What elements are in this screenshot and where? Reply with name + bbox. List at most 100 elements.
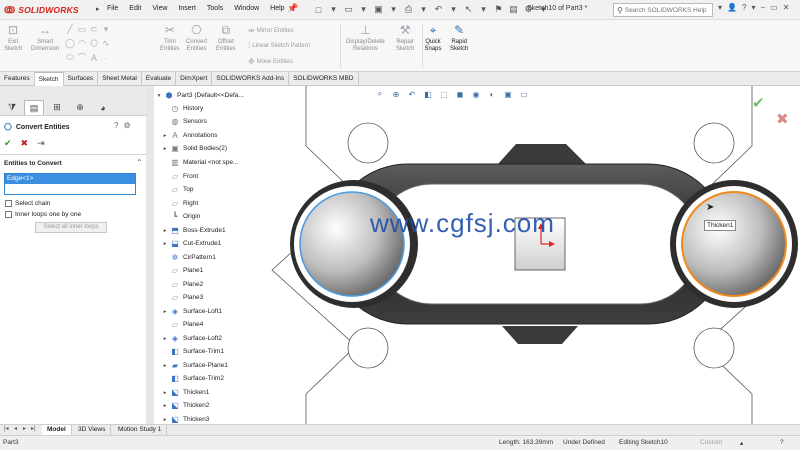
rapid-sketch-button[interactable]: ✎ Rapid Sketch [450, 22, 468, 53]
tree-item[interactable]: ▱ Plane1 [170, 264, 203, 277]
tree-item[interactable]: ▸ ▰ Surface-Plane1 [164, 359, 228, 372]
tree-item[interactable]: ▸ ◈ Surface-Loft1 [164, 305, 222, 318]
menu-expand-icon[interactable]: ▸ [96, 5, 100, 13]
menu-tools[interactable]: Tools [207, 5, 223, 12]
menu-edit[interactable]: Edit [129, 5, 141, 12]
tree-item[interactable]: ▸ ⬓ Cut-Extrude1 [164, 237, 222, 250]
minimize-icon[interactable]: − [760, 3, 765, 12]
close-icon[interactable]: ✕ [783, 3, 790, 12]
rebuild-icon[interactable]: ⚑ [492, 2, 505, 17]
save-icon[interactable]: ▣ [372, 2, 385, 17]
tree-item[interactable]: ▱ Plane4 [170, 318, 203, 331]
highlighted-edge[interactable] [681, 191, 787, 297]
tab-features[interactable]: Features [0, 72, 35, 86]
dropdown-icon[interactable]: ▾ [357, 2, 370, 17]
hide-show-icon[interactable]: ◉ [470, 88, 482, 100]
tab-surfaces[interactable]: Surfaces [64, 72, 99, 86]
select-arrow-icon[interactable]: ↖ [462, 2, 475, 17]
options-icon[interactable]: ⚙ [123, 121, 130, 130]
expand-icon[interactable]: ▸ [160, 403, 170, 409]
first-tab-icon[interactable]: |◂ [4, 425, 9, 432]
file-properties-icon[interactable]: ▤ [507, 2, 520, 17]
expand-icon[interactable]: ▸ [160, 417, 170, 423]
dropdown-icon[interactable]: ▾ [100, 24, 112, 35]
tab-property-manager[interactable]: ▤ [24, 100, 44, 115]
tree-item[interactable]: ▱ Plane3 [170, 291, 203, 304]
search-dropdown-icon[interactable]: ▾ [718, 3, 722, 12]
display-delete-relations-button[interactable]: ⊥ Display/Delete Relations [346, 22, 385, 53]
help-icon[interactable]: ? [742, 3, 746, 12]
mount-hole[interactable] [693, 327, 735, 369]
tab-sheet-metal[interactable]: Sheet Metal [98, 72, 142, 86]
dropdown-icon[interactable]: ▾ [477, 2, 490, 17]
tree-item[interactable]: ▱ Front [170, 170, 198, 183]
polygon-icon[interactable]: ⬡ [88, 38, 100, 49]
confirm-ok-icon[interactable]: ✔ [752, 94, 765, 112]
menu-insert[interactable]: Insert [178, 5, 196, 12]
status-units[interactable]: Custom [700, 439, 722, 446]
bottom-bump[interactable] [502, 326, 578, 344]
tab-configuration-manager[interactable]: ⊞ [47, 100, 67, 115]
cancel-x-icon[interactable]: ✖ [21, 138, 29, 149]
tree-root-part[interactable]: ▾ ⬢ Part3 (Default<<Defa... [154, 89, 244, 102]
view-settings-icon[interactable]: ▭ [518, 88, 530, 100]
expand-icon[interactable]: ▸ [160, 363, 170, 369]
dropdown-icon[interactable]: ▾ [417, 2, 430, 17]
expand-icon[interactable]: ▸ [160, 228, 170, 234]
dropdown-icon[interactable]: ▾ [327, 2, 340, 17]
right-bore[interactable] [670, 180, 798, 308]
selection-list[interactable]: Edge<1> [4, 173, 136, 195]
repair-sketch-button[interactable]: ⚒ Repair Sketch [396, 22, 414, 53]
expand-icon[interactable]: ▾ [154, 93, 164, 99]
zoom-to-fit-icon[interactable]: ⌕ [374, 88, 386, 100]
tab-display-manager[interactable]: ◕ [93, 100, 113, 115]
menu-help[interactable]: Help [270, 5, 284, 12]
collapse-chevron-icon[interactable]: ⌃ [136, 158, 143, 167]
checkbox[interactable] [5, 211, 12, 218]
view-orientation-icon[interactable]: ⬚ [438, 88, 450, 100]
tree-item[interactable]: ▸ A Annotations [164, 129, 218, 142]
help-dropdown-icon[interactable]: ▾ [751, 3, 755, 12]
tab-feature-manager[interactable]: ⧩ [2, 100, 22, 115]
expand-icon[interactable]: ▸ [160, 336, 170, 342]
panel-splitter[interactable] [146, 86, 154, 424]
offset-entities-button[interactable]: ⧉ Offset Entities [216, 22, 236, 53]
ok-checkmark-icon[interactable]: ✔ [4, 138, 12, 149]
tab-solidworks-addins[interactable]: SOLIDWORKS Add-Ins [212, 72, 290, 86]
menu-view[interactable]: View [152, 5, 167, 12]
point-icon[interactable]: · [100, 52, 112, 63]
mount-hole[interactable] [693, 122, 735, 164]
selected-entity[interactable]: Edge<1> [5, 174, 135, 184]
help-icon[interactable]: ? [114, 121, 118, 130]
exit-sketch-button[interactable]: ⊡ Exit Sketch [4, 22, 22, 53]
search-input[interactable] [624, 6, 709, 14]
help-search-box[interactable]: ⚲ [613, 3, 713, 17]
tree-item[interactable]: ┗ Origin [170, 210, 201, 223]
linear-pattern-button[interactable]: ⁞ Linear Sketch Pattern [248, 41, 310, 50]
tree-item[interactable]: ▸ ⬕ Thicken1 [164, 386, 210, 399]
line-icon[interactable]: ╱ [64, 24, 76, 35]
trim-entities-button[interactable]: ✂ Trim Entities [160, 22, 180, 53]
expand-icon[interactable]: ▸ [160, 133, 170, 139]
next-tab-icon[interactable]: ▸ [23, 425, 26, 432]
tab-dimxpert[interactable]: DimXpert [176, 72, 213, 86]
expand-icon[interactable]: ▸ [160, 241, 170, 247]
prev-tab-icon[interactable]: ◂ [14, 425, 17, 432]
dropdown-icon[interactable]: ▾ [387, 2, 400, 17]
rectangle-icon[interactable]: ▭ [76, 24, 88, 35]
left-bore[interactable] [290, 180, 418, 308]
menu-file[interactable]: File [107, 5, 118, 12]
select-all-inner-loops-button[interactable]: Select all inner loops [35, 222, 107, 233]
tree-item[interactable]: ▸ ▣ Solid Bodies(2) [164, 142, 227, 155]
restore-icon[interactable]: ▭ [770, 3, 778, 12]
mount-hole[interactable] [347, 327, 389, 369]
move-entities-button[interactable]: ✥ Move Entities [248, 57, 293, 66]
dropdown-icon[interactable]: ▾ [447, 2, 460, 17]
tree-item[interactable]: ▥ Material <not spe... [170, 156, 238, 169]
help-icon[interactable]: ? [780, 439, 784, 446]
tree-item[interactable]: ▱ Plane2 [170, 278, 203, 291]
expand-icon[interactable]: ▸ [160, 146, 170, 152]
tree-item[interactable]: ✲ CirPattern1 [170, 251, 216, 264]
mirror-entities-button[interactable]: ⇹ Mirror Entities [248, 26, 294, 35]
tree-item[interactable]: ▸ ⬕ Thicken2 [164, 399, 210, 412]
